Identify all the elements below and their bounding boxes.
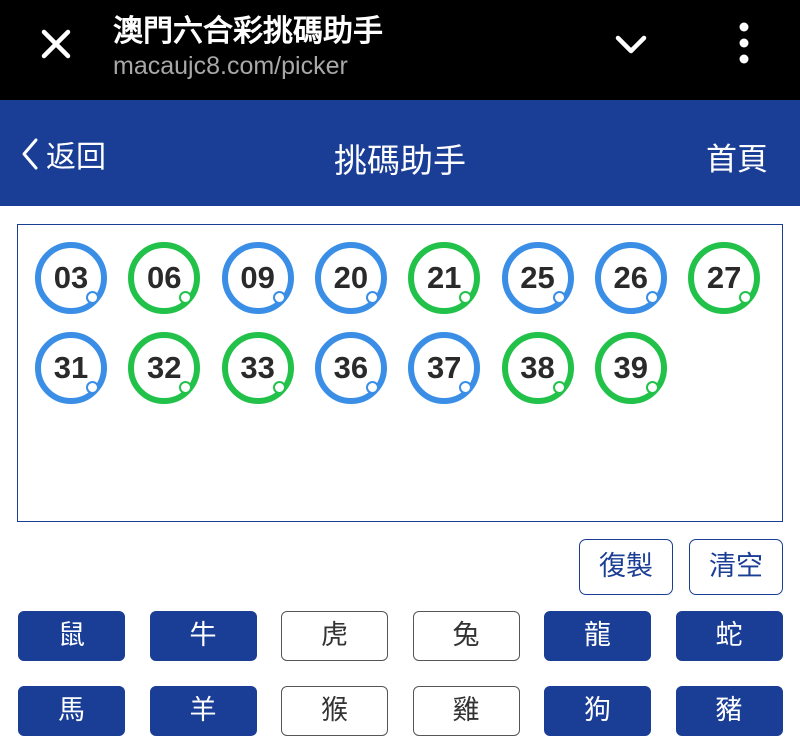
zodiac-button[interactable]: 牛 (149, 611, 257, 661)
copy-button[interactable]: 復製 (579, 539, 673, 595)
close-icon[interactable] (34, 22, 78, 66)
zodiac-button[interactable]: 馬 (18, 686, 125, 736)
zodiac-button[interactable]: 雞 (412, 686, 520, 736)
more-menu-icon[interactable] (724, 18, 764, 68)
clear-button[interactable]: 清空 (689, 539, 783, 595)
number-ball[interactable]: 21 (408, 242, 481, 314)
number-ball[interactable]: 33 (221, 332, 294, 404)
home-button[interactable]: 首頁 (706, 134, 768, 179)
number-ball[interactable]: 36 (314, 332, 387, 404)
ball-shine (365, 291, 379, 304)
browser-url: macaujc8.com/picker (113, 52, 348, 80)
number-ball[interactable]: 31 (35, 332, 107, 404)
zodiac-button[interactable]: 羊 (149, 686, 257, 736)
number-ball[interactable]: 03 (35, 242, 107, 314)
zodiac-button[interactable]: 蛇 (675, 611, 783, 661)
ball-shine (552, 291, 566, 304)
ball-shine (86, 381, 99, 394)
ball-shine (272, 381, 286, 394)
zodiac-button[interactable]: 猴 (281, 686, 388, 736)
number-ball[interactable]: 37 (408, 332, 481, 404)
zodiac-button[interactable]: 兔 (412, 611, 520, 661)
browser-page-title: 澳門六合彩挑碼助手 (113, 14, 383, 49)
ball-shine (365, 381, 379, 394)
ball-shine (645, 381, 659, 394)
number-ball[interactable]: 25 (501, 242, 574, 314)
number-ball[interactable]: 39 (594, 332, 667, 404)
ball-shine (645, 291, 659, 304)
ball-shine (552, 381, 566, 394)
number-ball[interactable]: 38 (501, 332, 574, 404)
selected-numbers-panel: 03 06 09 20 21 25 26 27 31 32 33 36 37 38 39 (17, 224, 783, 522)
browser-bar: 澳門六合彩挑碼助手 macaujc8.com/picker (0, 0, 800, 100)
ball-shine (739, 291, 753, 304)
app-header: 返回 挑碼助手 首頁 (0, 100, 800, 206)
number-ball[interactable]: 26 (594, 242, 667, 314)
zodiac-button[interactable]: 鼠 (18, 611, 125, 661)
zodiac-button[interactable]: 龍 (544, 611, 651, 661)
number-ball[interactable]: 32 (128, 332, 201, 404)
ball-shine (272, 291, 286, 304)
number-ball[interactable]: 27 (688, 242, 761, 314)
number-ball[interactable]: 20 (314, 242, 387, 314)
number-ball[interactable]: 06 (128, 242, 201, 314)
number-ball[interactable]: 09 (221, 242, 294, 314)
chevron-down-icon[interactable] (608, 22, 654, 68)
zodiac-button[interactable]: 豬 (675, 686, 783, 736)
zodiac-button[interactable]: 虎 (281, 611, 388, 661)
page-title: 挑碼助手 (334, 141, 466, 180)
zodiac-button[interactable]: 狗 (544, 686, 651, 736)
ball-shine (86, 291, 99, 304)
